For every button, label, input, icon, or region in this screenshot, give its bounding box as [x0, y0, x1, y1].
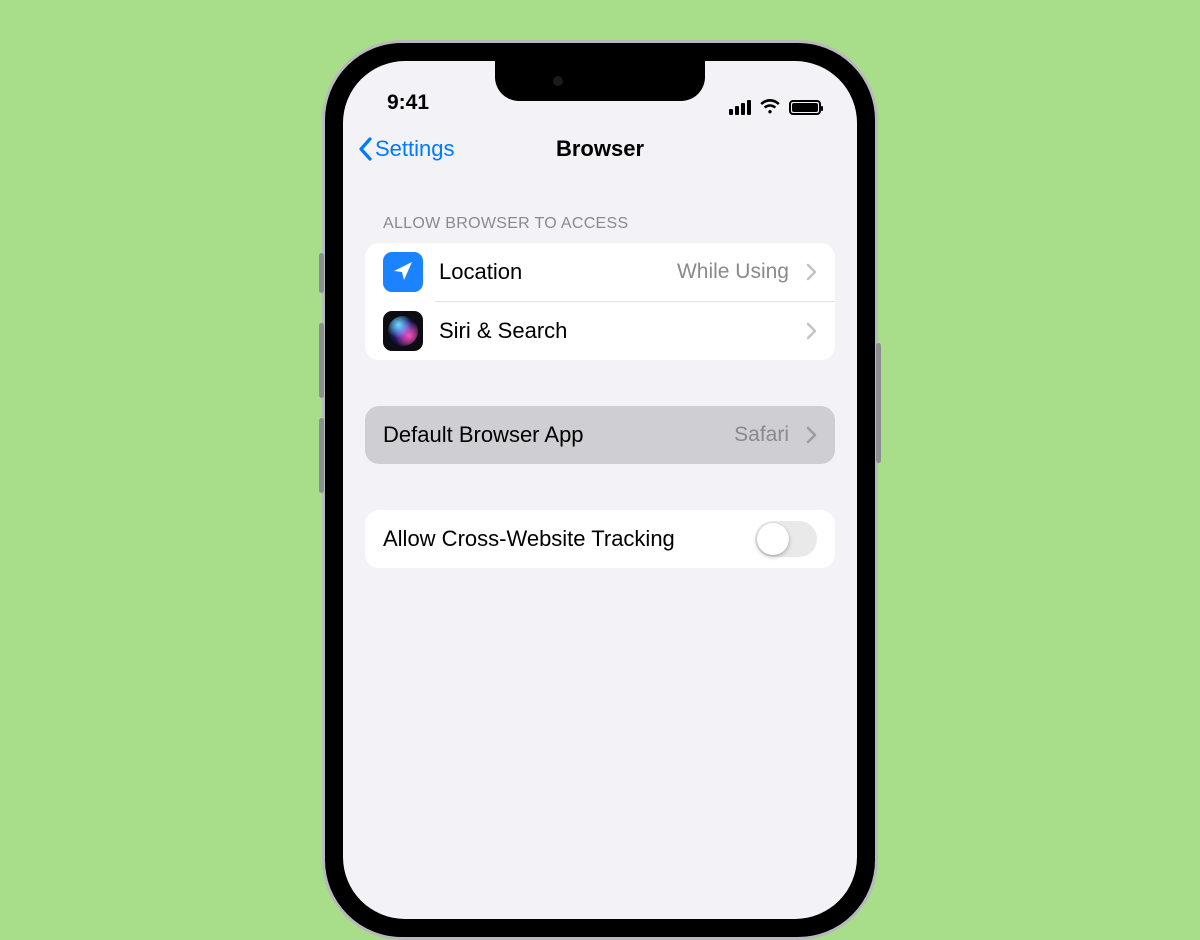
- cellular-signal-icon: [729, 100, 751, 115]
- nav-bar: Settings Browser: [343, 121, 857, 177]
- silence-switch[interactable]: [319, 253, 324, 293]
- back-button[interactable]: Settings: [357, 136, 455, 162]
- default-browser-group: Default Browser App Safari: [365, 406, 835, 464]
- row-label: Default Browser App: [383, 422, 584, 448]
- wifi-icon: [759, 99, 781, 115]
- notch: [495, 61, 705, 101]
- row-label: Location: [439, 259, 522, 285]
- status-time: 9:41: [387, 91, 429, 115]
- row-default-browser[interactable]: Default Browser App Safari: [365, 406, 835, 464]
- power-button[interactable]: [876, 343, 881, 463]
- chevron-left-icon: [357, 137, 373, 161]
- row-location[interactable]: Location While Using: [365, 243, 835, 301]
- tracking-toggle[interactable]: [755, 521, 817, 557]
- back-label: Settings: [375, 136, 455, 162]
- screen: 9:41 Settings Browser A: [343, 61, 857, 919]
- section-header-access: ALLOW BROWSER TO ACCESS: [365, 177, 835, 243]
- row-detail: While Using: [677, 260, 789, 284]
- chevron-right-icon: [805, 322, 817, 340]
- phone-frame: 9:41 Settings Browser A: [322, 40, 878, 940]
- row-label: Allow Cross-Website Tracking: [383, 526, 675, 552]
- row-detail: Safari: [734, 423, 789, 447]
- row-cross-site-tracking[interactable]: Allow Cross-Website Tracking: [365, 510, 835, 568]
- page-title: Browser: [556, 136, 644, 162]
- battery-icon: [789, 100, 821, 115]
- chevron-right-icon: [805, 263, 817, 281]
- chevron-right-icon: [805, 426, 817, 444]
- volume-up-button[interactable]: [319, 323, 324, 398]
- row-label: Siri & Search: [439, 318, 567, 344]
- row-siri-search[interactable]: Siri & Search: [365, 302, 835, 360]
- access-group: Location While Using Siri & Search: [365, 243, 835, 360]
- siri-icon: [383, 311, 423, 351]
- volume-down-button[interactable]: [319, 418, 324, 493]
- toggle-knob: [757, 523, 789, 555]
- location-icon: [383, 252, 423, 292]
- content: ALLOW BROWSER TO ACCESS Location While U…: [343, 177, 857, 568]
- tracking-group: Allow Cross-Website Tracking: [365, 510, 835, 568]
